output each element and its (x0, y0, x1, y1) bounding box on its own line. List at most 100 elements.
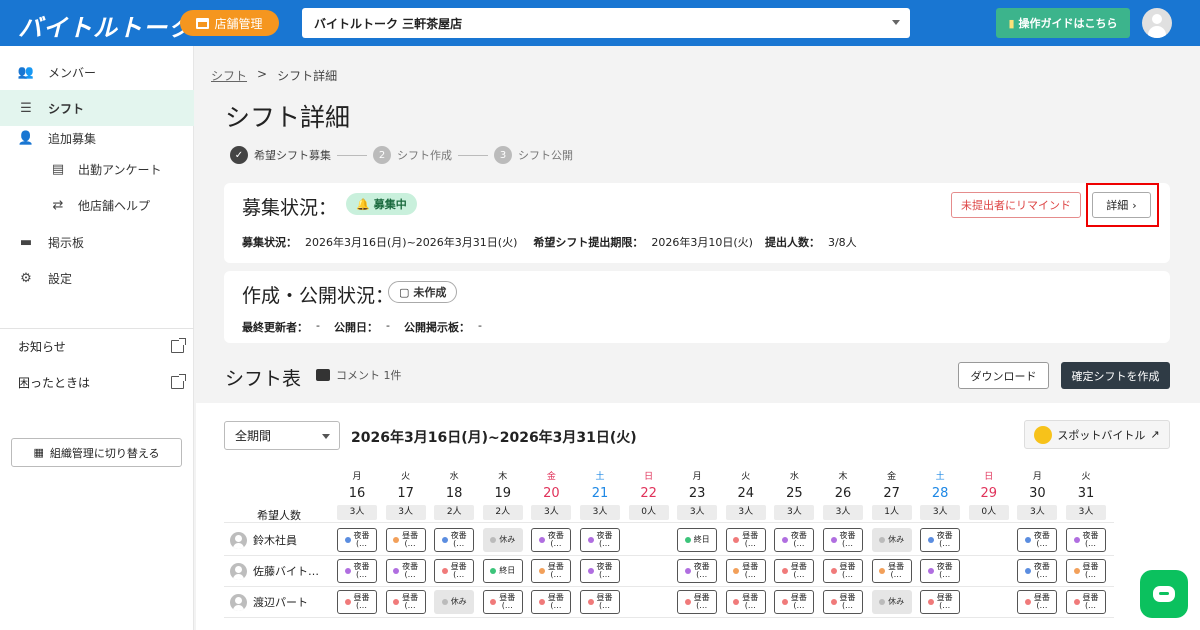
sidebar-item-shift[interactable]: ☰ シフト (0, 90, 194, 126)
shift-cell[interactable]: 昼番 (… (482, 590, 523, 614)
sidebar-link-help[interactable]: 困ったときは (18, 372, 186, 392)
desired-count: 3人 (385, 505, 426, 520)
chat-button[interactable] (1140, 570, 1188, 618)
create-confirmed-shift-button[interactable]: 確定シフトを作成 (1061, 362, 1170, 389)
status-dot (393, 568, 400, 574)
shift-cell[interactable]: 夜番 (… (385, 559, 426, 583)
employee-name-label: 渡辺パート (253, 596, 308, 609)
shift-cell[interactable]: 夜番 (… (531, 528, 572, 552)
app-logo[interactable]: バイトルトーク (18, 8, 193, 43)
employee-name[interactable]: 鈴木社員 (224, 525, 330, 555)
highlight-box (1086, 183, 1159, 227)
row-divider (224, 555, 1114, 556)
store-management-button[interactable]: 店舗管理 (180, 10, 279, 36)
cell-label: 昼番 (… (402, 531, 419, 548)
shift-cell[interactable]: 夜番 (… (774, 528, 815, 552)
row-divider (224, 586, 1114, 587)
shift-cell[interactable]: 昼番 (… (725, 528, 766, 552)
shift-cell[interactable]: 昼番 (… (920, 590, 961, 614)
period-select[interactable]: 全期間 (224, 421, 340, 450)
desired-count: 3人 (920, 505, 961, 520)
store-select[interactable]: バイトルトーク 三軒茶屋店 (302, 8, 910, 38)
status-dot (587, 599, 594, 605)
step-connector (337, 154, 367, 156)
shift-cell[interactable]: 夜番 (… (580, 559, 620, 583)
shift-cell[interactable]: 夜番 (… (920, 559, 961, 583)
status-dot (393, 599, 400, 605)
comment-link[interactable]: コメント 1件 (316, 367, 402, 383)
employee-name[interactable]: 渡辺パート (224, 587, 330, 617)
shift-cell[interactable]: 昼番 (… (385, 528, 426, 552)
shift-cell[interactable]: 夜番 (… (1066, 528, 1106, 552)
desired-count: 3人 (337, 505, 377, 520)
shift-cell[interactable]: 夜番 (… (1017, 559, 1058, 583)
shift-cell[interactable]: 昼番 (… (725, 590, 766, 614)
day-number: 23 (688, 486, 706, 501)
sidebar-item-attendance-survey[interactable]: ▤ 出勤アンケート (0, 151, 194, 187)
shift-cell[interactable]: 昼番 (… (823, 559, 863, 583)
sidebar-link-news[interactable]: お知らせ (18, 336, 186, 356)
shift-cell[interactable]: 夜番 (… (434, 528, 475, 552)
day-of-week: 金 (546, 472, 556, 482)
full-day-cell[interactable]: 終日 (482, 559, 523, 583)
shift-cell[interactable]: 昼番 (… (337, 590, 377, 614)
switch-organization-button[interactable]: ▦ 組織管理に切り替える (11, 438, 182, 467)
day-off-cell[interactable]: 休み (871, 590, 912, 614)
user-avatar[interactable] (1142, 8, 1172, 38)
list-icon: ☰ (20, 100, 32, 116)
day-off-cell[interactable]: 休み (434, 590, 475, 614)
external-link-icon: ↗ (1150, 428, 1160, 441)
recruiting-badge-label: 募集中 (373, 198, 407, 211)
shift-cell[interactable]: 昼番 (… (1066, 590, 1106, 614)
shift-cell[interactable]: 夜番 (… (920, 528, 961, 552)
comment-icon (316, 369, 330, 381)
store-management-label: 店舗管理 (214, 16, 263, 31)
operation-guide-button[interactable]: ▮ 操作ガイドはこちら (996, 8, 1130, 38)
shift-cell[interactable]: 夜番 (… (337, 559, 377, 583)
cell-label: 昼番 (… (596, 593, 613, 610)
sidebar-item-additional-recruit[interactable]: 👤 追加募集 (0, 122, 194, 154)
shift-cell[interactable]: 昼番 (… (580, 590, 620, 614)
shift-cell[interactable]: 夜番 (… (1017, 528, 1058, 552)
sidebar-item-other-store-help[interactable]: ⇄ 他店舗ヘルプ (0, 187, 194, 223)
shift-cell[interactable]: 昼番 (… (385, 590, 426, 614)
shift-cell[interactable]: 昼番 (… (725, 559, 766, 583)
download-button[interactable]: ダウンロード (958, 362, 1049, 389)
day-of-week: 火 (1081, 472, 1091, 482)
shift-cell[interactable]: 昼番 (… (871, 559, 912, 583)
status-dot (441, 599, 448, 605)
shift-cell[interactable]: 夜番 (… (337, 528, 377, 552)
shift-cell[interactable]: 昼番 (… (434, 559, 475, 583)
shift-cell[interactable]: 昼番 (… (774, 559, 815, 583)
sidebar-item-board[interactable]: ▬ 掲示板 (0, 224, 194, 260)
shift-cell[interactable]: 夜番 (… (823, 528, 863, 552)
sidebar-item-members[interactable]: 👥 メンバー (0, 54, 194, 90)
day-off-cell[interactable]: 休み (871, 528, 912, 552)
shift-cell[interactable]: 昼番 (… (1066, 559, 1106, 583)
day-number: 30 (1029, 486, 1046, 501)
desired-count: 0人 (968, 505, 1009, 520)
breadcrumb-shift-link[interactable]: シフト (211, 67, 247, 84)
full-day-cell[interactable]: 終日 (677, 528, 718, 552)
cell-label: 昼番 (… (936, 593, 953, 610)
sidebar-item-settings[interactable]: ⚙ 設定 (0, 260, 194, 296)
shift-cell[interactable]: 昼番 (… (1017, 590, 1058, 614)
remind-button[interactable]: 未提出者にリマインド (951, 192, 1081, 218)
shift-cell[interactable]: 昼番 (… (774, 590, 815, 614)
shift-cell[interactable]: 昼番 (… (823, 590, 863, 614)
status-dot (344, 599, 351, 605)
shift-cell[interactable]: 昼番 (… (531, 590, 572, 614)
cell-label: 昼番 (… (742, 562, 759, 579)
spot-baitoru-button[interactable]: スポットバイトル ↗ (1024, 420, 1170, 449)
deadline-value: 2026年3月10日(火) (651, 236, 753, 249)
cell-label: 夜番 (… (547, 531, 564, 548)
shift-cell[interactable]: 夜番 (… (677, 559, 718, 583)
publish-board-label: 公開掲示板： (403, 321, 470, 334)
day-off-cell[interactable]: 休み (482, 528, 523, 552)
status-dot (927, 537, 934, 543)
day-of-week: 月 (1032, 472, 1042, 482)
employee-name[interactable]: 佐藤バイト… (224, 556, 330, 586)
shift-cell[interactable]: 昼番 (… (677, 590, 718, 614)
shift-cell[interactable]: 昼番 (… (531, 559, 572, 583)
shift-cell[interactable]: 夜番 (… (580, 528, 620, 552)
